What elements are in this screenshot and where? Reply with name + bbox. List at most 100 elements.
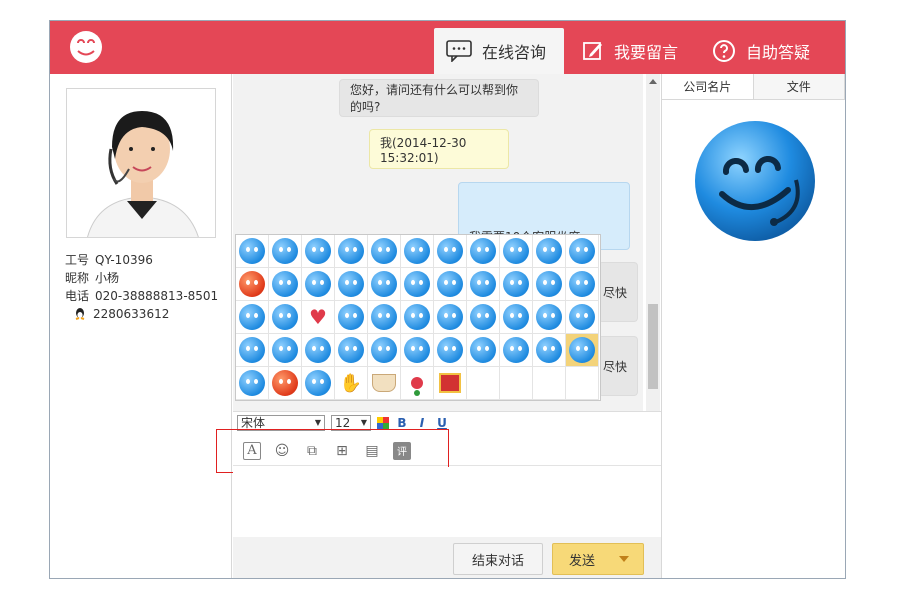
bold-button[interactable]: B [395, 416, 409, 430]
emoji-item[interactable] [335, 268, 368, 301]
message-user: 尽快 [598, 336, 638, 396]
emoji-item[interactable] [368, 268, 401, 301]
agent-nick-value: 小杨 [95, 271, 120, 285]
question-icon [713, 40, 735, 62]
agent-photo [66, 88, 216, 238]
emoji-item[interactable] [269, 334, 302, 367]
emoji-item[interactable] [368, 367, 401, 400]
tab-label: 在线咨询 [482, 43, 547, 62]
chevron-down-icon[interactable] [619, 556, 629, 562]
agent-panel: 工号 QY-10396 昵称 小杨 电话 020-38888813-8501 2280… [50, 74, 232, 578]
agent-info: 工号 QY-10396 昵称 小杨 电话 020-38888813-8501 2280… [65, 251, 218, 323]
send-button[interactable]: 发送 [552, 543, 644, 575]
italic-button[interactable]: I [415, 416, 429, 430]
agent-nick-label: 昵称 [65, 271, 90, 285]
emoji-item[interactable] [269, 268, 302, 301]
tab-company-card[interactable]: 公司名片 [662, 74, 754, 99]
agent-id-label: 工号 [65, 253, 90, 267]
emoji-item[interactable] [566, 235, 599, 268]
emoji-item[interactable] [236, 367, 269, 400]
emoji-item[interactable] [500, 235, 533, 268]
emoji-item[interactable] [467, 235, 500, 268]
action-bar: 结束对话 发送 [233, 537, 661, 578]
chat-window: 在线咨询 我要留言 自助答疑 工号 QY-10396 昵称 小杨 电话 020-… [49, 20, 846, 579]
emoji-picker: ♥ ✋ [235, 234, 601, 401]
emoji-item[interactable] [434, 367, 467, 400]
agent-nick-row: 昵称 小杨 [65, 269, 218, 287]
agent-qq-row[interactable]: 2280633612 [65, 305, 218, 323]
tab-self-help[interactable]: 自助答疑 [710, 28, 840, 74]
emoji-item[interactable] [533, 268, 566, 301]
qq-penguin-icon [75, 308, 85, 320]
emoji-item[interactable] [500, 301, 533, 334]
message-input[interactable] [233, 467, 661, 537]
emoji-item[interactable] [236, 301, 269, 334]
agent-phone-row: 电话 020-38888813-8501 [65, 287, 218, 305]
emoji-item[interactable] [269, 235, 302, 268]
emoji-item[interactable] [533, 301, 566, 334]
emoji-item[interactable] [236, 268, 269, 301]
message-text: 尽快 [603, 285, 628, 300]
emoji-item-empty [467, 367, 500, 400]
emoji-item[interactable] [566, 301, 599, 334]
emoji-item[interactable] [269, 301, 302, 334]
emoji-item[interactable] [236, 235, 269, 268]
info-tabs: 公司名片 文件 [662, 74, 845, 100]
emoji-item[interactable] [467, 334, 500, 367]
font-size-value: 12 [335, 415, 351, 430]
chat-scrollbar[interactable] [646, 74, 660, 429]
emoji-item[interactable] [434, 334, 467, 367]
emoji-item[interactable] [335, 235, 368, 268]
message-timestamp: 我(2014-12-30 15:32:01) [369, 129, 509, 169]
logo-icon [70, 31, 102, 63]
emoji-item-empty [533, 367, 566, 400]
end-chat-button[interactable]: 结束对话 [453, 543, 543, 575]
emoji-item[interactable] [302, 268, 335, 301]
tab-online-consult[interactable]: 在线咨询 [434, 28, 564, 74]
emoji-item[interactable] [302, 235, 335, 268]
emoji-item[interactable] [434, 235, 467, 268]
emoji-item[interactable] [533, 235, 566, 268]
emoji-item[interactable] [401, 367, 434, 400]
agent-phone-value: 020-38888813-8501 [95, 289, 219, 303]
emoji-item[interactable] [368, 301, 401, 334]
emoji-item[interactable] [335, 301, 368, 334]
tab-leave-message[interactable]: 我要留言 [580, 28, 690, 74]
emoji-item[interactable] [467, 268, 500, 301]
send-label: 发送 [568, 553, 595, 569]
message-user: 尽快 [598, 262, 638, 322]
emoji-item[interactable] [401, 301, 434, 334]
emoji-item-selected[interactable] [566, 334, 599, 367]
emoji-item-empty [500, 367, 533, 400]
emoji-item[interactable] [302, 367, 335, 400]
emoji-item[interactable] [401, 235, 434, 268]
emoji-item[interactable]: ✋ [335, 367, 368, 400]
emoji-item[interactable] [401, 334, 434, 367]
scroll-up-icon[interactable] [649, 79, 657, 84]
emoji-item[interactable]: ♥ [302, 301, 335, 334]
message-agent: 您好，请问还有什么可以帮到你的吗? [339, 79, 539, 117]
emoji-item[interactable] [500, 268, 533, 301]
scroll-thumb[interactable] [648, 304, 658, 389]
underline-button[interactable]: U [435, 416, 449, 430]
tab-files[interactable]: 文件 [753, 74, 845, 99]
emoji-item[interactable] [566, 268, 599, 301]
color-picker-icon[interactable] [377, 416, 389, 429]
chat-bubble-icon [446, 40, 472, 62]
emoji-item[interactable] [500, 334, 533, 367]
emoji-item[interactable] [434, 301, 467, 334]
emoji-item[interactable] [434, 268, 467, 301]
emoji-item[interactable] [368, 334, 401, 367]
emoji-item[interactable] [467, 301, 500, 334]
emoji-item[interactable] [236, 334, 269, 367]
rose-icon [411, 377, 423, 389]
handshake-icon: ✋ [339, 372, 363, 394]
emoji-item[interactable] [302, 334, 335, 367]
emoji-item[interactable] [269, 367, 302, 400]
emoji-item[interactable] [335, 334, 368, 367]
emoji-item[interactable] [533, 334, 566, 367]
emoji-item[interactable] [401, 268, 434, 301]
emoji-item[interactable] [368, 235, 401, 268]
header-bar: 在线咨询 我要留言 自助答疑 [50, 21, 845, 74]
gift-icon [439, 373, 461, 393]
